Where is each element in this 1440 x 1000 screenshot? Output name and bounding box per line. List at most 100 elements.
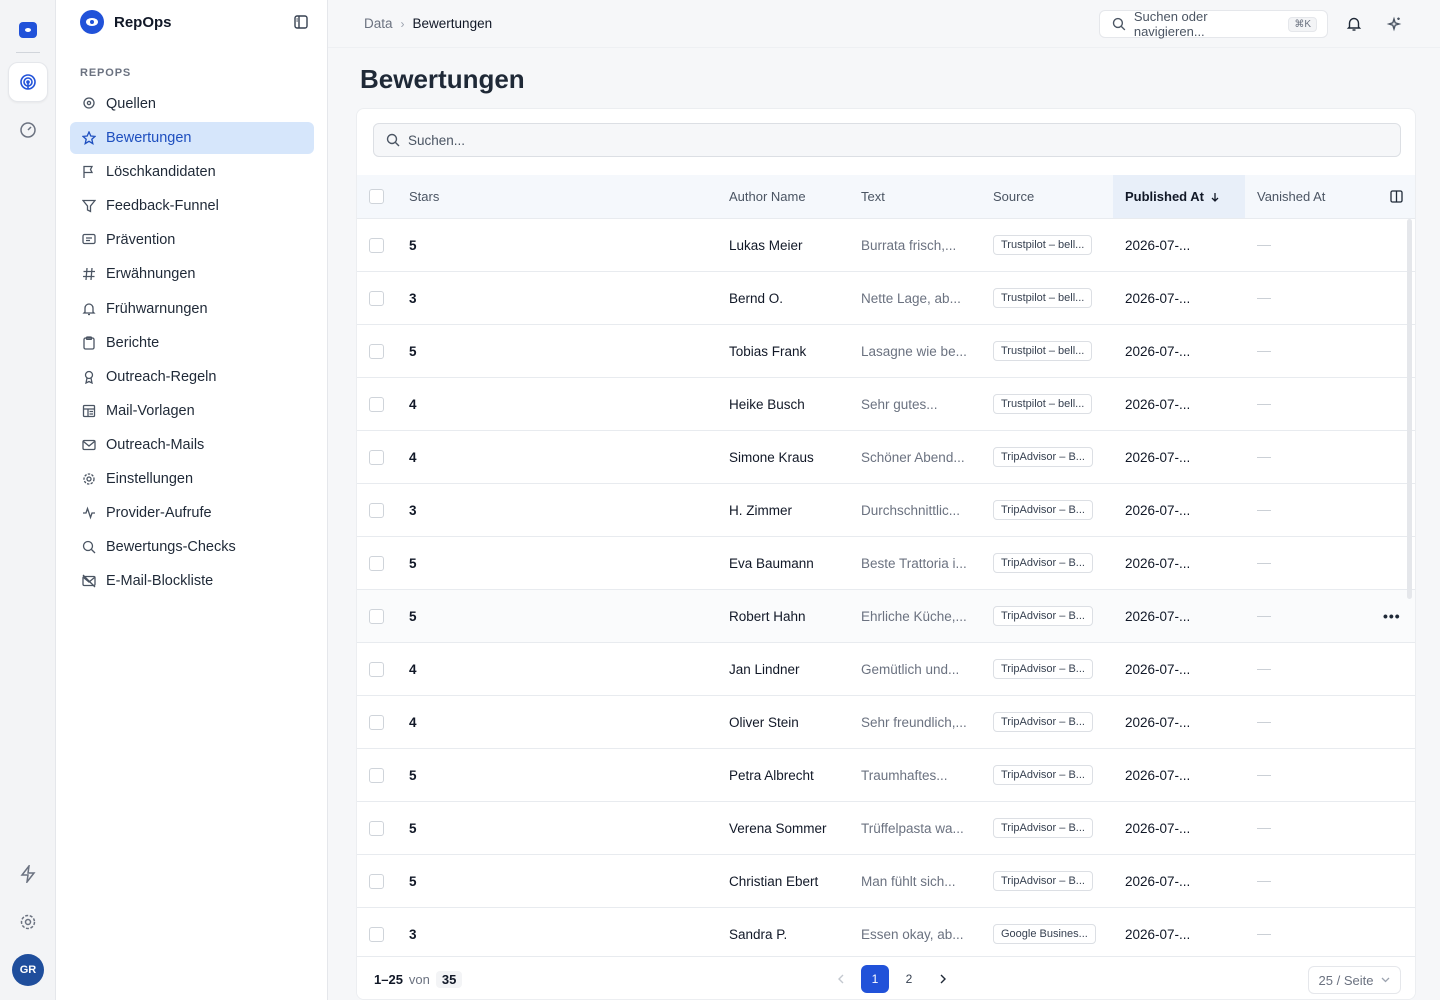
per-page-select[interactable]: 25 / Seite bbox=[1308, 966, 1401, 994]
cell-text: Traumhaftes... bbox=[861, 767, 948, 783]
sidebar-item-e-mail-blockliste[interactable]: E-Mail-Blockliste bbox=[70, 565, 314, 597]
breadcrumb-data[interactable]: Data bbox=[364, 16, 393, 31]
table-row[interactable]: 4 Jan Lindner Gemütlich und... TripAdvisor … bbox=[357, 643, 1415, 696]
column-header-author-name[interactable]: Author Name bbox=[729, 175, 849, 218]
sidebar-item-outreach-regeln[interactable]: Outreach-Regeln bbox=[70, 361, 314, 393]
sidebar: RepOps REPOPS Quellen Bewertungen Löschk… bbox=[56, 0, 328, 1000]
table-row[interactable]: 5 Verena Sommer Trüffelpasta wa... TripAdvi… bbox=[357, 802, 1415, 855]
cell-vanished-at bbox=[1257, 908, 1367, 960]
row-checkbox[interactable] bbox=[369, 555, 384, 571]
sidebar-item-bewertungen[interactable]: Bewertungen bbox=[70, 122, 314, 155]
row-checkbox[interactable] bbox=[369, 873, 384, 889]
sidebar-item-einstellungen[interactable]: Einstellungen bbox=[70, 463, 314, 495]
sparkle-icon[interactable] bbox=[1386, 16, 1402, 32]
column-header-stars[interactable]: Stars bbox=[409, 175, 709, 218]
table-row[interactable]: 5 Tobias Frank Lasagne wie be... Trustpilot… bbox=[357, 325, 1415, 378]
sidebar-item-berichte[interactable]: Berichte bbox=[70, 327, 314, 359]
sidebar-item-label: Erwähnungen bbox=[106, 266, 196, 283]
avatar[interactable]: GR bbox=[12, 954, 44, 986]
table-search-input[interactable]: Suchen... bbox=[373, 123, 1401, 157]
row-checkbox[interactable] bbox=[369, 608, 384, 624]
row-checkbox[interactable] bbox=[369, 714, 384, 730]
table-row[interactable]: 5 Christian Ebert Man fühlt sich... TripAdv… bbox=[357, 855, 1415, 908]
sidebar-item-provider-aufrufe[interactable]: Provider-Aufrufe bbox=[70, 497, 314, 529]
cell-stars: 4 bbox=[409, 661, 417, 677]
table-row[interactable]: 3 Sandra P. Essen okay, ab... Google Busine… bbox=[357, 908, 1415, 961]
row-checkbox[interactable] bbox=[369, 661, 384, 677]
table-row[interactable]: 5 Lukas Meier Burrata frisch,... Trustpilot… bbox=[357, 219, 1415, 272]
table-scrollbar[interactable] bbox=[1407, 219, 1412, 599]
sidebar-toggle-icon[interactable] bbox=[294, 15, 308, 29]
column-header-source[interactable]: Source bbox=[993, 175, 1113, 218]
cell-stars: 4 bbox=[409, 396, 417, 412]
sidebar-item-loeschkandidaten[interactable]: Löschkandidaten bbox=[70, 156, 314, 188]
radar-icon[interactable] bbox=[8, 62, 48, 102]
template-icon bbox=[82, 404, 96, 417]
sidebar-item-erwaehnungen[interactable]: Erwähnungen bbox=[70, 258, 314, 290]
next-page-chevron-icon[interactable] bbox=[929, 965, 957, 993]
column-header-published-at[interactable]: Published At bbox=[1113, 175, 1245, 218]
row-checkbox[interactable] bbox=[369, 237, 384, 253]
column-header-text[interactable]: Text bbox=[861, 175, 981, 218]
row-checkbox[interactable] bbox=[369, 290, 384, 306]
sidebar-item-bewertungs-checks[interactable]: Bewertungs-Checks bbox=[70, 531, 314, 563]
sidebar-item-praevention[interactable]: Prävention bbox=[70, 224, 314, 256]
global-search-input[interactable]: Suchen oder navigieren... ⌘K bbox=[1099, 9, 1328, 39]
page-button-2[interactable]: 2 bbox=[895, 965, 923, 993]
breadcrumb: Data › Bewertungen bbox=[364, 16, 492, 31]
more-actions-icon[interactable]: ••• bbox=[1383, 608, 1401, 624]
search-icon bbox=[1112, 17, 1126, 31]
gauge-icon[interactable] bbox=[8, 110, 48, 150]
row-checkbox[interactable] bbox=[369, 396, 384, 412]
notifications-bell-icon[interactable] bbox=[1346, 16, 1362, 32]
row-checkbox[interactable] bbox=[369, 343, 384, 359]
cell-vanished-at bbox=[1257, 378, 1367, 430]
cell-stars: 5 bbox=[409, 608, 417, 624]
table-row[interactable]: 4 Heike Busch Sehr gutes... Trustpilot – be… bbox=[357, 378, 1415, 431]
cell-text: Beste Trattoria i... bbox=[861, 555, 967, 571]
empty-dash bbox=[1257, 562, 1271, 564]
select-all-checkbox[interactable] bbox=[369, 189, 384, 204]
page-button-1[interactable]: 1 bbox=[861, 965, 889, 993]
cell-published-at: 2026-07-... bbox=[1125, 873, 1191, 889]
table-row[interactable]: 5 Eva Baumann Beste Trattoria i... TripAdvi… bbox=[357, 537, 1415, 590]
cell-source: TripAdvisor – B... bbox=[993, 484, 1113, 536]
row-range: 1–25 von 35 bbox=[374, 971, 463, 988]
column-header-vanished-at[interactable]: Vanished At bbox=[1257, 175, 1367, 218]
sidebar-item-fruehwarnungen[interactable]: Frühwarnungen bbox=[70, 293, 314, 325]
sidebar-item-feedback-funnel[interactable]: Feedback-Funnel bbox=[70, 190, 314, 222]
source-badge: TripAdvisor – B... bbox=[993, 553, 1093, 573]
sidebar-item-quellen[interactable]: Quellen bbox=[70, 88, 314, 120]
table-row[interactable]: 5 Robert Hahn Ehrliche Küche,... TripAdviso… bbox=[357, 590, 1415, 643]
row-checkbox[interactable] bbox=[369, 820, 384, 836]
row-checkbox[interactable] bbox=[369, 767, 384, 783]
row-select-cell bbox=[369, 431, 401, 483]
source-badge: TripAdvisor – B... bbox=[993, 659, 1093, 679]
app-logo-icon[interactable] bbox=[19, 22, 37, 38]
cell-source: TripAdvisor – B... bbox=[993, 696, 1113, 748]
cell-source: TripAdvisor – B... bbox=[993, 643, 1113, 695]
brand[interactable]: RepOps bbox=[80, 10, 172, 34]
table-row[interactable]: 3 Bernd O. Nette Lage, ab... Trustpilot – b… bbox=[357, 272, 1415, 325]
sidebar-item-label: Outreach-Regeln bbox=[106, 368, 217, 385]
sidebar-item-mail-vorlagen[interactable]: Mail-Vorlagen bbox=[70, 395, 314, 427]
table-row[interactable]: 3 H. Zimmer Durchschnittlic... TripAdvisor … bbox=[357, 484, 1415, 537]
cell-text: Sehr freundlich,... bbox=[861, 714, 967, 730]
row-checkbox[interactable] bbox=[369, 926, 384, 942]
sidebar-item-outreach-mails[interactable]: Outreach-Mails bbox=[70, 429, 314, 461]
table-row[interactable]: 5 Petra Albrecht Traumhaftes... TripAdvisor… bbox=[357, 749, 1415, 802]
gear-icon[interactable] bbox=[8, 902, 48, 942]
table-row[interactable]: 4 Oliver Stein Sehr freundlich,... TripAdvi… bbox=[357, 696, 1415, 749]
cell-stars: 4 bbox=[409, 449, 417, 465]
row-checkbox[interactable] bbox=[369, 502, 384, 518]
table-row[interactable]: 4 Simone Kraus Schöner Abend... TripAdvisor… bbox=[357, 431, 1415, 484]
cell-text: Nette Lage, ab... bbox=[861, 290, 961, 306]
prev-page-chevron-icon[interactable] bbox=[827, 965, 855, 993]
source-badge: Trustpilot – bell... bbox=[993, 235, 1093, 255]
column-toggle-icon[interactable] bbox=[1390, 175, 1408, 218]
arrow-down-icon bbox=[1211, 192, 1219, 202]
row-checkbox[interactable] bbox=[369, 449, 384, 465]
sidebar-item-label: Bewertungs-Checks bbox=[106, 539, 236, 556]
bolt-icon[interactable] bbox=[8, 854, 48, 894]
row-select-cell bbox=[369, 855, 401, 907]
